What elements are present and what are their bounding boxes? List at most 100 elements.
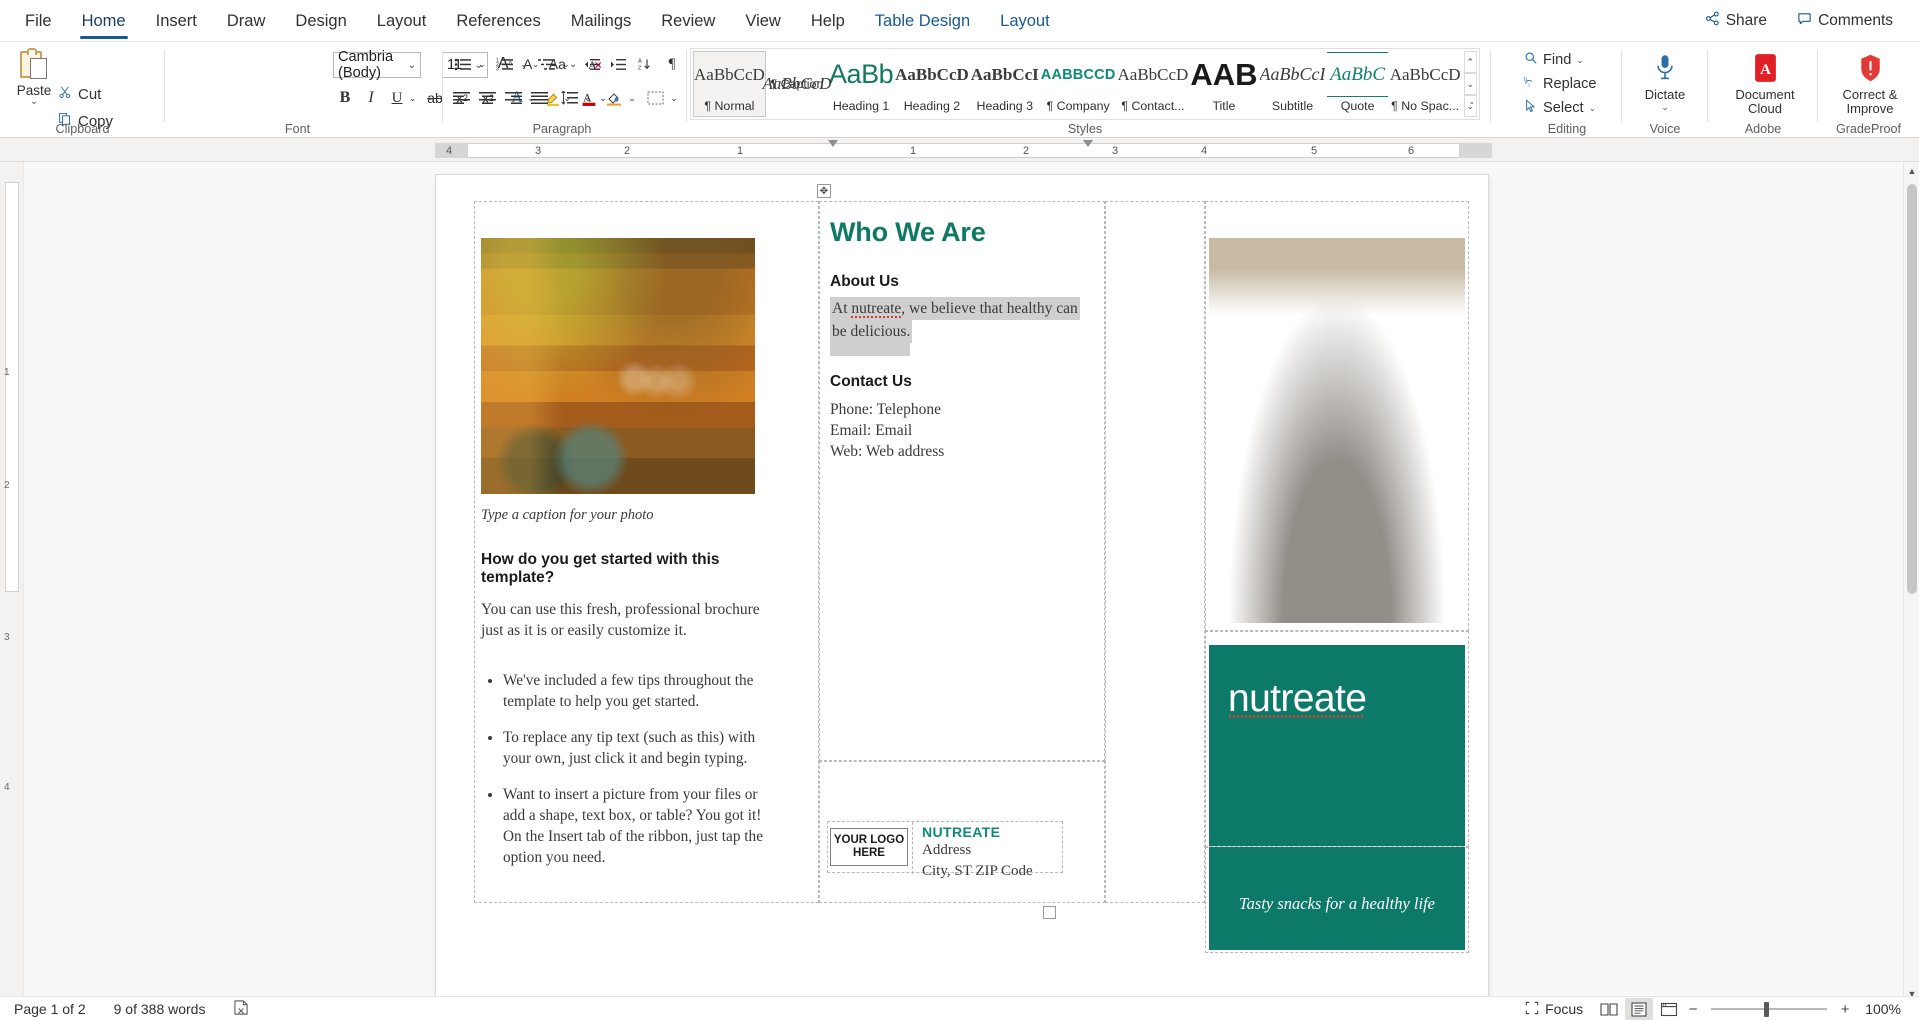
chevron-down-icon[interactable]: ⌄ [1589, 103, 1597, 114]
tab-draw[interactable]: Draw [212, 1, 281, 41]
list-item[interactable]: Want to insert a picture from your files… [503, 784, 771, 868]
horizontal-ruler[interactable]: 4 3 2 1 1 2 3 4 5 6 [0, 138, 1919, 162]
list-item[interactable]: To replace any tip text (such as this) w… [503, 727, 771, 769]
tab-view[interactable]: View [730, 1, 795, 41]
scroll-up-icon[interactable]: ▲ [1904, 162, 1919, 179]
correct-improve-button[interactable]: Correct & Improve [1835, 48, 1905, 116]
styles-more-icon[interactable]: ⌄̄ [1464, 95, 1477, 117]
page-indicator[interactable]: Page 1 of 2 [0, 1001, 100, 1017]
style-subtitle[interactable]: AaBbCcI Subtitle [1259, 51, 1327, 117]
zoom-in-button[interactable]: + [1837, 1001, 1853, 1018]
left-panel-intro[interactable]: You can use this fresh, professional bro… [481, 599, 766, 641]
dictate-button[interactable]: Dictate ⌄ [1632, 48, 1698, 113]
italic-button[interactable]: I [359, 86, 383, 110]
comments-button[interactable]: Comments [1785, 5, 1905, 37]
bullet-chevron-down-icon[interactable]: ⌄ [476, 52, 488, 76]
table-resize-handle[interactable] [1043, 906, 1056, 919]
tab-references[interactable]: References [441, 1, 555, 41]
tab-table-layout[interactable]: Layout [985, 1, 1065, 41]
flower-market-photo[interactable] [1209, 238, 1465, 623]
paste-button[interactable]: Paste ⌄ [8, 48, 60, 106]
styles-gallery[interactable]: AaBbCcD ¶ Normal AaBbCcD ¶ Caption AaBb … [690, 48, 1480, 120]
chevron-down-icon[interactable]: ⌄ [1576, 55, 1584, 66]
contact-web[interactable]: Web: Web address [830, 441, 944, 462]
find-button[interactable]: Find ⌄ [1524, 51, 1584, 69]
tab-file[interactable]: File [10, 1, 67, 41]
numbering-chevron-down-icon[interactable]: ⌄ [518, 52, 530, 76]
style-caption[interactable]: AaBbCcD ¶ Caption [766, 51, 828, 117]
list-item[interactable]: We've included a few tips throughout the… [503, 670, 771, 712]
tab-table-design[interactable]: Table Design [860, 1, 985, 41]
contact-details[interactable]: Phone: Telephone Email: Email Web: Web a… [830, 399, 944, 462]
zoom-level[interactable]: 100% [1855, 1001, 1907, 1017]
increase-indent-button[interactable] [606, 52, 630, 76]
focus-button[interactable]: Focus [1515, 997, 1593, 1021]
shop-interior-photo[interactable] [481, 238, 755, 494]
tab-layout[interactable]: Layout [362, 1, 442, 41]
show-formatting-marks-button[interactable]: ¶ [661, 52, 683, 76]
share-button[interactable]: Share [1693, 5, 1779, 37]
zoom-slider[interactable] [1711, 1000, 1827, 1018]
zoom-out-button[interactable]: − [1685, 1001, 1701, 1018]
left-panel-heading[interactable]: How do you get started with this templat… [481, 551, 766, 587]
tab-review[interactable]: Review [646, 1, 730, 41]
about-us-body[interactable]: At nutreate, we believe that healthy can… [830, 297, 1080, 356]
cut-button[interactable]: Cut [58, 85, 101, 103]
first-line-indent-marker[interactable] [828, 140, 838, 147]
decrease-indent-button[interactable] [580, 52, 604, 76]
word-count[interactable]: 9 of 388 words [100, 1001, 220, 1017]
contact-email[interactable]: Email: Email [830, 420, 944, 441]
chevron-down-icon[interactable]: ⌄ [408, 60, 416, 71]
document-canvas[interactable]: ✥ Type a caption for your photo How do y… [24, 162, 1919, 1002]
footer-block[interactable]: YOUR LOGO HERE NUTREATE Address City, ST… [827, 821, 1063, 873]
numbered-list-button[interactable]: 123 [492, 52, 518, 76]
company-name[interactable]: NUTREATE [922, 824, 1033, 840]
chevron-down-icon[interactable]: ⌄ [8, 98, 60, 106]
misspelled-word[interactable]: nutreate [851, 300, 901, 318]
replace-button[interactable]: bc Replace [1524, 75, 1597, 93]
document-cloud-button[interactable]: A Document Cloud [1730, 48, 1800, 116]
vertical-ruler[interactable]: 1 2 3 4 [0, 162, 24, 1002]
tab-insert[interactable]: Insert [141, 1, 212, 41]
styles-scroll-down-icon[interactable]: ⌄ [1464, 73, 1477, 95]
sort-button[interactable]: AZ [634, 52, 658, 76]
right-indent-marker[interactable] [1083, 140, 1093, 147]
zoom-slider-knob[interactable] [1764, 1002, 1769, 1017]
who-we-are-heading[interactable]: Who We Are [830, 217, 986, 248]
logo-placeholder[interactable]: YOUR LOGO HERE [830, 828, 908, 866]
chevron-down-icon[interactable]: ⌄ [1632, 102, 1698, 113]
select-button[interactable]: Select ⌄ [1524, 99, 1596, 117]
tab-home[interactable]: Home [67, 1, 141, 41]
tab-help[interactable]: Help [796, 1, 860, 41]
contact-us-heading[interactable]: Contact Us [830, 373, 912, 391]
about-us-heading[interactable]: About Us [830, 273, 899, 291]
vertical-scrollbar[interactable]: ▲ ▼ [1903, 162, 1919, 1002]
brand-tagline-panel[interactable]: Tasty snacks for a healthy life [1209, 847, 1465, 950]
web-layout-button[interactable] [1655, 998, 1683, 1020]
table-cell-gutter[interactable] [1105, 201, 1205, 903]
footer-address-block[interactable]: NUTREATE Address City, ST ZIP Code [922, 824, 1033, 882]
address-line[interactable]: Address [922, 840, 1033, 861]
table-move-handle[interactable]: ✥ [817, 184, 831, 198]
contact-phone[interactable]: Phone: Telephone [830, 399, 944, 420]
proofing-errors-icon[interactable] [219, 1000, 264, 1018]
left-panel-bullet-list[interactable]: We've included a few tips throughout the… [481, 670, 771, 883]
brand-logo-panel[interactable]: nutreate [1209, 645, 1465, 846]
style-no-spacing[interactable]: AaBbCcD ¶ No Spac... [1389, 51, 1462, 117]
multilevel-chevron-down-icon[interactable]: ⌄ [560, 52, 572, 76]
document-page[interactable]: ✥ Type a caption for your photo How do y… [436, 175, 1488, 1002]
tab-design[interactable]: Design [280, 1, 361, 41]
multilevel-list-button[interactable] [534, 52, 560, 76]
city-line[interactable]: City, ST ZIP Code [922, 861, 1033, 882]
styles-scroll-up-icon[interactable]: ⌃ [1464, 51, 1477, 73]
photo-caption[interactable]: Type a caption for your photo [481, 507, 654, 524]
bold-button[interactable]: B [333, 86, 357, 110]
brand-tagline[interactable]: Tasty snacks for a healthy life [1209, 894, 1465, 914]
print-layout-button[interactable] [1625, 998, 1653, 1020]
bullet-list-button[interactable] [450, 52, 476, 76]
style-title[interactable]: AAB Title [1189, 51, 1258, 117]
style-quote[interactable]: AaBbC Quote [1326, 51, 1388, 117]
vertical-scrollbar-thumb[interactable] [1907, 184, 1917, 594]
read-mode-button[interactable] [1595, 998, 1623, 1020]
brand-logo-text[interactable]: nutreate [1228, 677, 1366, 721]
